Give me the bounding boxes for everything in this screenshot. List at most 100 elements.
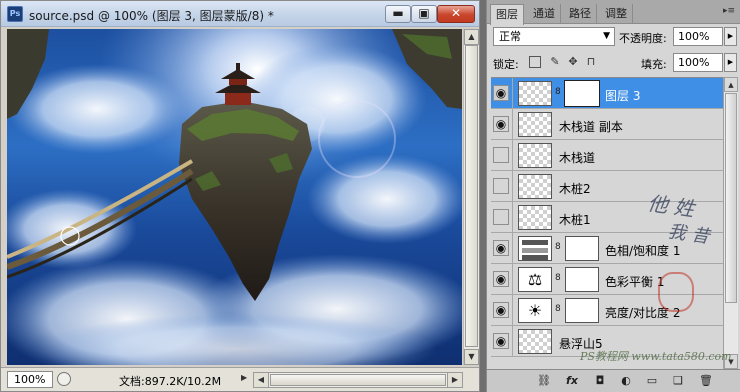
blend-mode-select[interactable]: 正常 ▼ xyxy=(493,27,615,46)
layer-thumbnail[interactable] xyxy=(518,143,552,168)
trash-icon[interactable]: 🗑 xyxy=(699,374,713,388)
lock-position-icon[interactable]: ✥ xyxy=(567,56,579,68)
lock-image-pixels-icon[interactable]: ✎ xyxy=(549,56,561,68)
visibility-eye-icon[interactable]: ◉ xyxy=(493,333,509,349)
mask-link-icon[interactable]: 8 xyxy=(555,242,561,255)
lock-all-icon[interactable]: ⊓ xyxy=(585,56,597,68)
layer-mask-thumbnail[interactable] xyxy=(565,267,599,292)
visibility-eye-icon[interactable]: ◉ xyxy=(493,116,509,132)
fill-label: 填充: xyxy=(641,58,667,71)
visibility-eye-icon[interactable] xyxy=(493,147,509,163)
new-layer-icon[interactable]: ❑ xyxy=(671,374,685,388)
row-divider xyxy=(512,295,513,326)
row-divider xyxy=(512,109,513,140)
image-canvas[interactable] xyxy=(7,29,462,365)
lock-label: 锁定: xyxy=(493,58,519,71)
blend-mode-value: 正常 xyxy=(499,30,521,43)
row-divider xyxy=(512,202,513,233)
document-title: source.psd @ 100% (图层 3, 图层蒙版/8) * xyxy=(29,9,274,23)
visibility-eye-icon[interactable]: ◉ xyxy=(493,85,509,101)
layer-row[interactable]: ◉ 木栈道 副本 xyxy=(491,109,723,140)
row-divider xyxy=(512,326,513,357)
layer-name[interactable]: 色彩平衡 1 xyxy=(605,273,664,290)
floating-mountain-scene xyxy=(7,29,462,365)
layers-bottom-toolbar: ⛓ fx ◘ ◐ ▭ ❑ 🗑 xyxy=(487,369,740,392)
scroll-right-arrow-icon[interactable]: ▶ xyxy=(447,373,462,387)
photoshop-app-icon: Ps xyxy=(7,6,23,22)
document-window: Ps source.psd @ 100% (图层 3, 图层蒙版/8) * ▬ … xyxy=(0,0,480,392)
close-button[interactable]: ✕ xyxy=(437,5,475,23)
lock-fill-row: 锁定: ✎ ✥ ⊓ 填充: 100% ▶ xyxy=(493,53,737,73)
chevron-down-icon: ▼ xyxy=(603,31,610,41)
zoom-level-field[interactable]: 100% xyxy=(7,371,53,388)
layer-name[interactable]: 色相/饱和度 1 xyxy=(605,242,681,259)
document-titlebar[interactable]: Ps source.psd @ 100% (图层 3, 图层蒙版/8) * ▬ … xyxy=(1,1,479,27)
tab-adjustments[interactable]: 调整 xyxy=(600,4,633,24)
visibility-eye-icon[interactable]: ◉ xyxy=(493,302,509,318)
vertical-scroll-thumb[interactable] xyxy=(465,45,478,347)
layer-name[interactable]: 木栈道 副本 xyxy=(559,118,623,135)
maximize-button[interactable]: ▣ xyxy=(411,5,437,23)
adjustment-thumbnail-icon[interactable]: ⚖ xyxy=(518,267,552,292)
scroll-up-arrow-icon[interactable]: ▲ xyxy=(464,29,479,45)
layers-scrollbar[interactable]: ▲ ▼ xyxy=(723,77,738,369)
layer-thumbnail[interactable] xyxy=(518,112,552,137)
row-divider xyxy=(512,140,513,171)
layer-name[interactable]: 木栈道 xyxy=(559,149,595,166)
row-divider xyxy=(512,171,513,202)
add-mask-icon[interactable]: ◘ xyxy=(593,374,607,388)
layer-thumbnail[interactable] xyxy=(518,205,552,230)
document-statusbar: 100% 文档:897.2K/10.2M ▶ ◀ ▶ xyxy=(1,367,479,391)
blend-opacity-row: 正常 ▼ 不透明度: 100% ▶ xyxy=(493,27,737,47)
minimize-button[interactable]: ▬ xyxy=(385,5,411,23)
canvas-vertical-scrollbar[interactable]: ▲ ▼ xyxy=(463,29,479,365)
new-group-icon[interactable]: ▭ xyxy=(645,374,659,388)
scroll-down-arrow-icon[interactable]: ▼ xyxy=(464,349,479,365)
status-menu-arrow-icon[interactable]: ▶ xyxy=(241,373,247,382)
canvas-horizontal-scrollbar[interactable]: ◀ ▶ xyxy=(253,372,463,388)
layer-mask-thumbnail[interactable] xyxy=(565,236,599,261)
layer-row[interactable]: ◉ 8 图层 3 xyxy=(491,78,723,109)
watermark-url: PS教程网 www.tata580.com xyxy=(580,350,732,363)
layer-thumbnail[interactable] xyxy=(518,174,552,199)
document-size-info: 文档:897.2K/10.2M xyxy=(119,375,222,388)
layer-thumbnail[interactable] xyxy=(518,329,552,354)
layers-panel: 图层 通道 路径 调整 ▸≡ 正常 ▼ 不透明度: 100% ▶ 锁定: ✎ ✥… xyxy=(486,0,740,392)
fill-slider-arrow-icon[interactable]: ▶ xyxy=(724,53,737,72)
layer-mask-thumbnail[interactable] xyxy=(564,80,600,107)
adjustment-thumbnail-icon[interactable] xyxy=(518,236,552,261)
layer-name[interactable]: 木桩2 xyxy=(559,180,591,197)
fill-input[interactable]: 100% xyxy=(673,53,723,72)
opacity-slider-arrow-icon[interactable]: ▶ xyxy=(724,27,737,46)
link-layers-icon[interactable]: ⛓ xyxy=(537,374,551,388)
tab-layers[interactable]: 图层 xyxy=(490,4,524,25)
opacity-label: 不透明度: xyxy=(619,32,667,45)
row-divider xyxy=(512,78,513,109)
lock-transparent-pixels-icon[interactable] xyxy=(529,56,541,68)
layer-mask-thumbnail[interactable] xyxy=(565,298,599,323)
layer-name[interactable]: 图层 3 xyxy=(605,87,640,104)
layers-scroll-up-icon[interactable]: ▲ xyxy=(724,77,738,92)
visibility-eye-icon[interactable]: ◉ xyxy=(493,240,509,256)
zoom-options-icon[interactable] xyxy=(57,372,71,386)
horizontal-scroll-thumb[interactable] xyxy=(270,374,446,386)
scroll-left-arrow-icon[interactable]: ◀ xyxy=(254,373,269,387)
layer-row[interactable]: 木栈道 xyxy=(491,140,723,171)
adjustment-layer-icon[interactable]: ◐ xyxy=(619,374,633,388)
panel-menu-icon[interactable]: ▸≡ xyxy=(723,6,735,16)
mask-link-icon[interactable]: 8 xyxy=(555,273,561,286)
mask-link-icon[interactable]: 8 xyxy=(555,304,561,317)
adjustment-thumbnail-icon[interactable]: ☀ xyxy=(518,298,552,323)
tab-channels[interactable]: 通道 xyxy=(528,4,561,24)
mask-link-icon[interactable]: 8 xyxy=(555,87,561,100)
tab-paths[interactable]: 路径 xyxy=(564,4,597,24)
opacity-input[interactable]: 100% xyxy=(673,27,723,46)
fx-icon[interactable]: fx xyxy=(565,374,579,388)
layers-scroll-thumb[interactable] xyxy=(725,93,737,303)
layer-name[interactable]: 木桩1 xyxy=(559,211,591,228)
layer-thumbnail[interactable] xyxy=(518,81,552,106)
visibility-eye-icon[interactable] xyxy=(493,209,509,225)
visibility-eye-icon[interactable] xyxy=(493,178,509,194)
visibility-eye-icon[interactable]: ◉ xyxy=(493,271,509,287)
panel-tabs: 图层 通道 路径 调整 ▸≡ xyxy=(487,0,740,25)
